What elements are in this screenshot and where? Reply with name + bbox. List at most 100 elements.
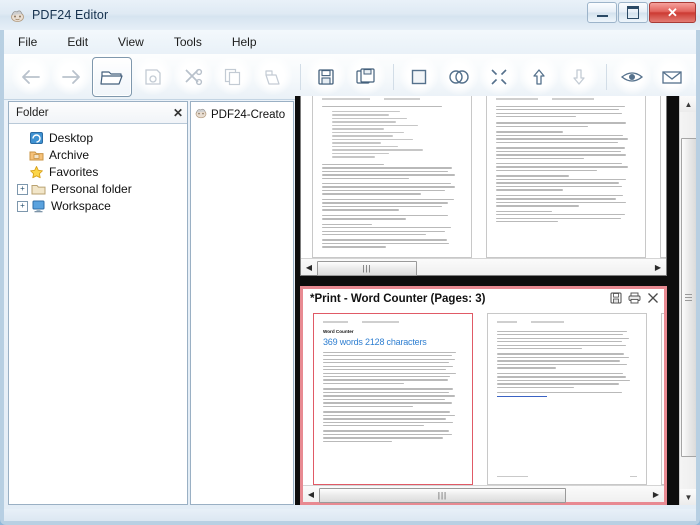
page-heading: Word Counter xyxy=(323,328,354,334)
scroll-down-arrow-icon[interactable]: ▼ xyxy=(680,489,696,505)
menu-bar: File Edit View Tools Help xyxy=(4,30,696,54)
document-panel-header: *Print - Word Counter (Pages: 3) xyxy=(303,289,664,309)
sidebar-item-archive[interactable]: Archive xyxy=(13,147,187,163)
paste-icon[interactable] xyxy=(254,57,292,96)
pdf24-logo-icon xyxy=(9,7,26,24)
file-list-panel: PDF24-Creato xyxy=(190,101,294,505)
scroll-left-arrow-icon[interactable]: ◀ xyxy=(301,260,317,275)
scroll-right-arrow-icon[interactable]: ▶ xyxy=(648,487,664,502)
page-thumbnail-1[interactable]: Word Counter 369 words 2128 characters xyxy=(313,313,473,485)
page-strip-top xyxy=(301,96,666,258)
menu-item-file[interactable]: File xyxy=(18,35,37,49)
scrollbar-thumb[interactable]: ||| xyxy=(317,260,417,276)
sidebar-item-desktop[interactable]: Desktop xyxy=(13,130,187,146)
close-icon[interactable]: ✕ xyxy=(173,106,183,120)
sidebar-item-label: Workspace xyxy=(51,199,111,213)
save-as-icon[interactable] xyxy=(134,57,172,96)
archive-folder-icon xyxy=(29,148,44,162)
window-title: PDF24 Editor xyxy=(32,8,109,22)
toolbar xyxy=(4,54,696,100)
sidebar-item-label: Archive xyxy=(49,148,90,162)
page-thumbnail[interactable] xyxy=(486,96,646,258)
vertical-scrollbar-thumb[interactable] xyxy=(681,138,696,457)
toolbar-separator xyxy=(606,63,607,90)
toolbar-separator xyxy=(300,63,301,90)
save-all-icon[interactable] xyxy=(347,57,385,96)
scrollbar-track[interactable]: ||| xyxy=(317,260,650,276)
desktop-icon xyxy=(29,131,44,145)
menu-item-tools[interactable]: Tools xyxy=(174,35,202,49)
sidebar-item-label: Desktop xyxy=(49,131,94,145)
sidebar-item-personal-folder[interactable]: + Personal folder xyxy=(13,181,187,197)
folder-icon xyxy=(31,182,46,196)
pdf24-logo-icon xyxy=(194,106,208,124)
file-list-item[interactable]: PDF24-Creato xyxy=(191,102,293,124)
document-panel-selected[interactable]: *Print - Word Counter (Pages: 3) Word Co… xyxy=(300,286,667,505)
scrollbar-thumb[interactable]: ||| xyxy=(319,487,566,503)
sidebar-item-label: Favorites xyxy=(49,165,99,179)
email-icon[interactable] xyxy=(653,57,691,96)
document-panel-top[interactable]: ◀ ||| ▶ xyxy=(300,96,667,276)
menu-item-view[interactable]: View xyxy=(118,35,144,49)
move-up-icon[interactable] xyxy=(520,57,558,96)
page-strip-selected: Word Counter 369 words 2128 characters xyxy=(303,309,664,485)
toolbar-separator xyxy=(393,63,394,90)
folder-panel: Folder ✕ Desktop Archive Favorites + Per… xyxy=(8,101,188,505)
sidebar-item-workspace[interactable]: + Workspace xyxy=(13,198,187,214)
window-controls: ✕ xyxy=(586,2,696,23)
scissors-icon[interactable] xyxy=(174,57,212,96)
horizontal-scrollbar-selected[interactable]: ◀ ||| ▶ xyxy=(303,485,664,503)
back-arrow-icon[interactable] xyxy=(12,57,50,96)
folder-panel-header: Folder ✕ xyxy=(9,102,187,124)
tree-expander[interactable]: + xyxy=(17,183,28,195)
folder-panel-title: Folder xyxy=(16,106,49,119)
file-list-item-label: PDF24-Creato xyxy=(211,109,286,121)
print-icon[interactable] xyxy=(693,57,696,96)
page-thumbnail[interactable] xyxy=(312,96,472,258)
menu-item-help[interactable]: Help xyxy=(232,35,257,49)
document-workspace: ◀ ||| ▶ *Print - Word Counter (Pages: 3) xyxy=(295,96,696,505)
status-bar xyxy=(4,509,696,521)
save-icon[interactable] xyxy=(307,57,345,96)
print-icon[interactable] xyxy=(628,292,641,307)
scroll-right-arrow-icon[interactable]: ▶ xyxy=(650,260,666,275)
merge-icon[interactable] xyxy=(440,57,478,96)
document-title: *Print - Word Counter (Pages: 3) xyxy=(310,293,486,305)
tree-expander[interactable]: + xyxy=(17,200,28,212)
workspace-monitor-icon xyxy=(31,199,46,213)
scroll-left-arrow-icon[interactable]: ◀ xyxy=(303,487,319,502)
open-folder-icon[interactable] xyxy=(92,56,132,97)
maximize-button[interactable] xyxy=(618,2,648,23)
document-panel-actions xyxy=(610,292,659,307)
forward-arrow-icon[interactable] xyxy=(52,57,90,96)
tree-expander xyxy=(17,168,26,177)
page-thumbnail[interactable] xyxy=(660,96,666,258)
sidebar-item-favorites[interactable]: Favorites xyxy=(13,164,187,180)
contact-link[interactable] xyxy=(497,395,548,398)
vertical-scrollbar[interactable]: ▲ ▼ xyxy=(679,96,696,505)
sidebar-item-label: Personal folder xyxy=(51,182,132,196)
word-count-stat: 369 words 2128 characters xyxy=(323,336,427,347)
star-icon xyxy=(29,165,44,179)
scroll-up-arrow-icon[interactable]: ▲ xyxy=(680,96,696,112)
page-icon[interactable] xyxy=(400,57,438,96)
save-icon[interactable] xyxy=(610,292,622,307)
folder-tree: Desktop Archive Favorites + Personal fol… xyxy=(9,124,187,214)
close-button[interactable]: ✕ xyxy=(649,2,696,23)
preview-eye-icon[interactable] xyxy=(613,57,651,96)
title-bar: PDF24 Editor ✕ xyxy=(0,0,700,31)
copy-icon[interactable] xyxy=(214,57,252,96)
scrollbar-track[interactable]: ||| xyxy=(319,487,648,503)
page-thumbnail-2[interactable] xyxy=(487,313,647,485)
page-thumbnail-3[interactable] xyxy=(661,313,664,485)
tree-expander xyxy=(17,151,26,160)
minimize-button[interactable] xyxy=(587,2,617,23)
close-icon[interactable] xyxy=(647,292,659,307)
application-window: PDF24 Editor ✕ File Edit View Tools Help xyxy=(0,0,700,525)
split-icon[interactable] xyxy=(480,57,518,96)
scrollbar-grip xyxy=(685,293,692,303)
tree-expander xyxy=(17,134,26,143)
move-down-icon[interactable] xyxy=(560,57,598,96)
menu-item-edit[interactable]: Edit xyxy=(67,35,88,49)
horizontal-scrollbar-top[interactable]: ◀ ||| ▶ xyxy=(301,258,666,276)
